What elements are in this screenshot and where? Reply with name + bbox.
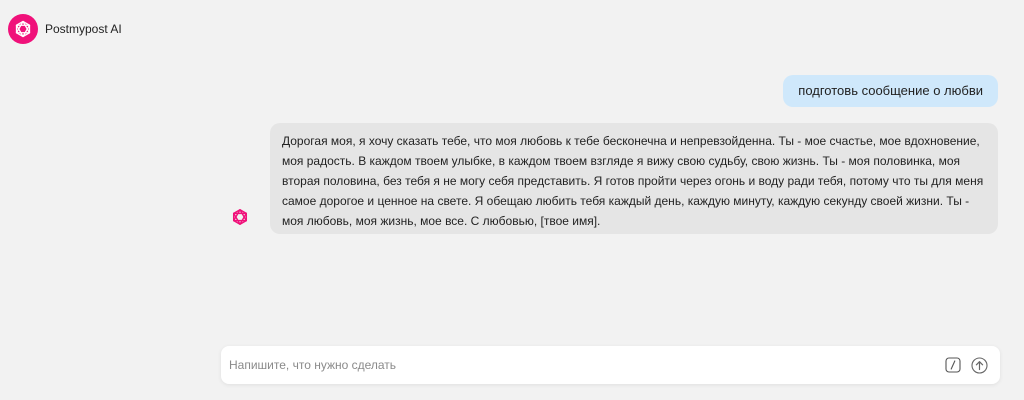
message-input[interactable] (221, 347, 944, 383)
message-composer (221, 346, 1000, 384)
slash-command-icon (945, 357, 961, 373)
postmypost-logo-icon (8, 14, 38, 44)
chat-app: Postmypost AI подготовь сообщение о любв… (0, 0, 1024, 400)
send-arrow-up-icon (970, 356, 988, 374)
slash-command-button[interactable] (944, 356, 962, 374)
assistant-message-row: Дорогая моя, я хочу сказать тебе, что мо… (230, 123, 998, 234)
send-button[interactable] (970, 356, 988, 374)
assistant-message: Дорогая моя, я хочу сказать тебе, что мо… (270, 123, 998, 234)
brand-header: Postmypost AI (8, 14, 122, 44)
brand-name: Postmypost AI (45, 22, 122, 36)
assistant-avatar-icon (230, 207, 250, 227)
user-message: подготовь сообщение о любви (783, 75, 998, 107)
